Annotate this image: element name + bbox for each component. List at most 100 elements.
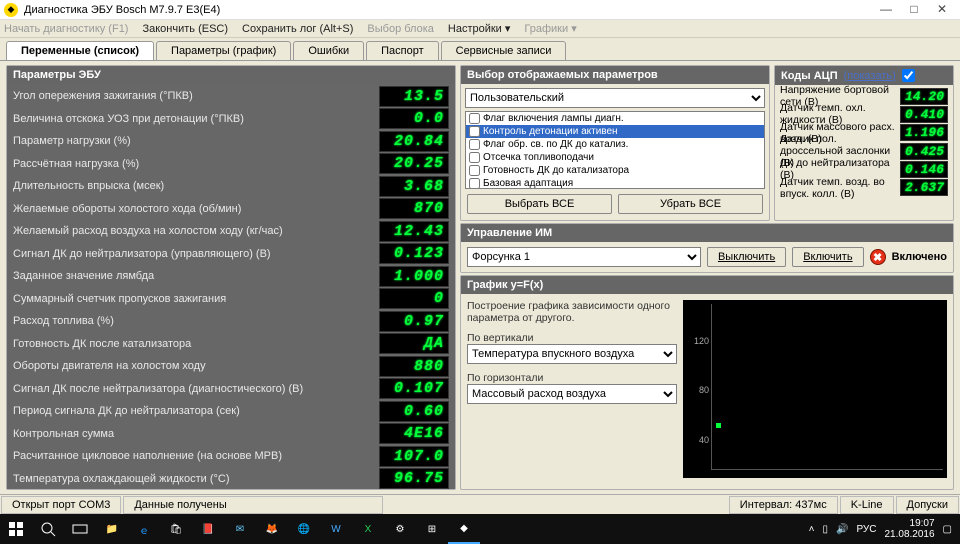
param-row[interactable]: Температура охлаждающей жидкости (°C)96.…: [7, 468, 455, 490]
checklist-checkbox[interactable]: [469, 113, 480, 124]
param-value: 0.123: [379, 243, 449, 264]
param-selector-header: Выбор отображаемых параметров: [461, 66, 769, 84]
unselect-all-button[interactable]: Убрать ВСЕ: [618, 194, 763, 214]
param-row[interactable]: Длительность впрыска (мсек)3.68: [7, 175, 455, 198]
param-label: Сигнал ДК после нейтрализатора (диагност…: [13, 383, 379, 395]
plot-axis: [711, 304, 943, 470]
yfx-header: График y=F(x): [461, 276, 953, 294]
tab-passport[interactable]: Паспорт: [366, 41, 439, 60]
yfx-vlabel: По вертикали: [467, 332, 677, 344]
tray-network-icon[interactable]: ▯: [822, 524, 828, 535]
minimize-button[interactable]: —: [872, 1, 900, 19]
param-row[interactable]: Обороты двигателя на холостом ходу880: [7, 355, 455, 378]
param-label: Контрольная сумма: [13, 428, 379, 440]
adc-value: 1.196: [900, 124, 948, 141]
status-recv: Данные получены: [123, 496, 383, 514]
tray-chevron-icon[interactable]: ˄: [809, 524, 815, 535]
param-value: 0: [379, 288, 449, 309]
tab-params-graph[interactable]: Параметры (график): [156, 41, 291, 60]
checklist-checkbox[interactable]: [469, 152, 480, 163]
param-row[interactable]: Расход топлива (%)0.97: [7, 310, 455, 333]
im-device-select[interactable]: Форсунка 1: [467, 247, 701, 267]
param-row[interactable]: Контрольная сумма4E16: [7, 423, 455, 446]
window-titlebar: ◆ Диагностика ЭБУ Bosch M7.9.7 E3(E4) — …: [0, 0, 960, 20]
menu-plots[interactable]: Графики ▾: [524, 22, 576, 35]
checklist-checkbox[interactable]: [469, 178, 480, 189]
adc-label: Датчик темп. возд. во впуск. колл. (В): [780, 176, 900, 200]
param-row[interactable]: Рассчётная нагрузка (%)20.25: [7, 153, 455, 176]
adc-value: 14.20: [900, 88, 948, 105]
system-tray: ˄ ▯ 🔊 РУС 19:07 21.08.2016 ▢: [809, 518, 960, 540]
adc-title: Коды АЦП: [781, 70, 838, 82]
tray-clock[interactable]: 19:07 21.08.2016: [884, 518, 934, 540]
adc-panel: Коды АЦП (показать) Напряжение бортовой …: [774, 65, 954, 221]
param-row[interactable]: Готовность ДК после катализатораДА: [7, 333, 455, 356]
param-row[interactable]: Желаемый расход воздуха на холостом ходу…: [7, 220, 455, 243]
param-row[interactable]: Сигнал ДК после нейтрализатора (диагност…: [7, 378, 455, 401]
selector-mode-dropdown[interactable]: Пользовательский: [465, 88, 765, 108]
select-all-button[interactable]: Выбрать ВСЕ: [467, 194, 612, 214]
param-row[interactable]: Суммарный счетчик пропусков зажигания0: [7, 288, 455, 311]
adc-show-link[interactable]: (показать): [844, 70, 896, 82]
ecu-params-panel: Параметры ЭБУ Угол опережения зажигания …: [6, 65, 456, 490]
checklist-item[interactable]: Контроль детонации активен: [466, 125, 764, 138]
menu-settings[interactable]: Настройки ▾: [448, 22, 511, 35]
param-label: Температура охлаждающей жидкости (°C): [13, 473, 379, 485]
param-value: 0.97: [379, 311, 449, 332]
top-right-row: Выбор отображаемых параметров Пользовате…: [460, 65, 954, 221]
param-row[interactable]: Величина отскока УОЗ при детонации (°ПКВ…: [7, 108, 455, 131]
content-area: Параметры ЭБУ Угол опережения зажигания …: [0, 60, 960, 494]
tray-lang[interactable]: РУС: [856, 524, 876, 535]
menu-stop[interactable]: Закончить (ESC): [142, 23, 228, 35]
param-row[interactable]: Сигнал ДК до нейтрализатора (управляющег…: [7, 243, 455, 266]
maximize-button[interactable]: □: [900, 1, 928, 19]
status-bar: Открыт порт COM3 Данные получены Интерва…: [0, 494, 960, 514]
tab-variables[interactable]: Переменные (список): [6, 41, 154, 60]
adc-value: 0.146: [900, 161, 948, 178]
param-row[interactable]: Угол опережения зажигания (°ПКВ)13.5: [7, 85, 455, 108]
menu-blocksel[interactable]: Выбор блока: [367, 23, 433, 35]
im-on-button[interactable]: Включить: [792, 247, 863, 267]
adc-list: Напряжение бортовой сети (В)14.20Датчик …: [775, 85, 953, 199]
yfx-horizontal-select[interactable]: Массовый расход воздуха: [467, 384, 677, 404]
param-label: Заданное значение лямбда: [13, 270, 379, 282]
param-value: 0.0: [379, 108, 449, 129]
param-row[interactable]: Период сигнала ДК до нейтрализатора (сек…: [7, 400, 455, 423]
im-header: Управление ИМ: [461, 224, 953, 242]
tray-notifications-icon[interactable]: ▢: [943, 524, 952, 535]
yfx-vertical-select[interactable]: Температура впускного воздуха: [467, 344, 677, 364]
checklist-checkbox[interactable]: [469, 126, 480, 137]
param-checklist[interactable]: Флаг включения лампы диагн.Контроль дето…: [465, 111, 765, 189]
im-status-text: Включено: [892, 251, 947, 263]
app-icon: ◆: [4, 3, 18, 17]
menu-savelog[interactable]: Сохранить лог (Alt+S): [242, 23, 353, 35]
yfx-panel: График y=F(x) Построение графика зависим…: [460, 275, 954, 490]
checklist-checkbox[interactable]: [469, 139, 480, 150]
param-value: 870: [379, 198, 449, 219]
checklist-item[interactable]: Флаг обр. св. по ДК до катализ.: [466, 138, 764, 151]
checklist-item[interactable]: Флаг включения лампы диагн.: [466, 112, 764, 125]
ecu-params-list[interactable]: Угол опережения зажигания (°ПКВ)13.5Вели…: [7, 84, 455, 489]
im-off-button[interactable]: Выключить: [707, 247, 786, 267]
param-row[interactable]: Желаемые обороты холостого хода (об/мин)…: [7, 198, 455, 221]
close-button[interactable]: ✕: [928, 1, 956, 19]
param-value: 4E16: [379, 423, 449, 444]
adc-value: 0.425: [900, 143, 948, 160]
checklist-item[interactable]: Базовая адаптация: [466, 177, 764, 189]
tab-errors[interactable]: Ошибки: [293, 41, 364, 60]
param-value: 96.75: [379, 468, 449, 489]
checklist-item[interactable]: Готовность ДК до катализатора: [466, 164, 764, 177]
param-label: Длительность впрыска (мсек): [13, 180, 379, 192]
param-label: Суммарный счетчик пропусков зажигания: [13, 293, 379, 305]
checklist-checkbox[interactable]: [469, 165, 480, 176]
adc-show-checkbox[interactable]: [902, 69, 915, 82]
checklist-item[interactable]: Отсечка топливоподачи: [466, 151, 764, 164]
yfx-hlabel: По горизонтали: [467, 372, 677, 384]
tray-volume-icon[interactable]: 🔊: [836, 524, 848, 535]
param-row[interactable]: Параметр нагрузки (%)20.84: [7, 130, 455, 153]
param-row[interactable]: Заданное значение лямбда1.000: [7, 265, 455, 288]
tab-service[interactable]: Сервисные записи: [441, 41, 567, 60]
menu-start[interactable]: Начать диагностику (F1): [4, 23, 128, 35]
ecu-params-header: Параметры ЭБУ: [7, 66, 455, 84]
param-row[interactable]: Расчитанное цикловое наполнение (на осно…: [7, 445, 455, 468]
